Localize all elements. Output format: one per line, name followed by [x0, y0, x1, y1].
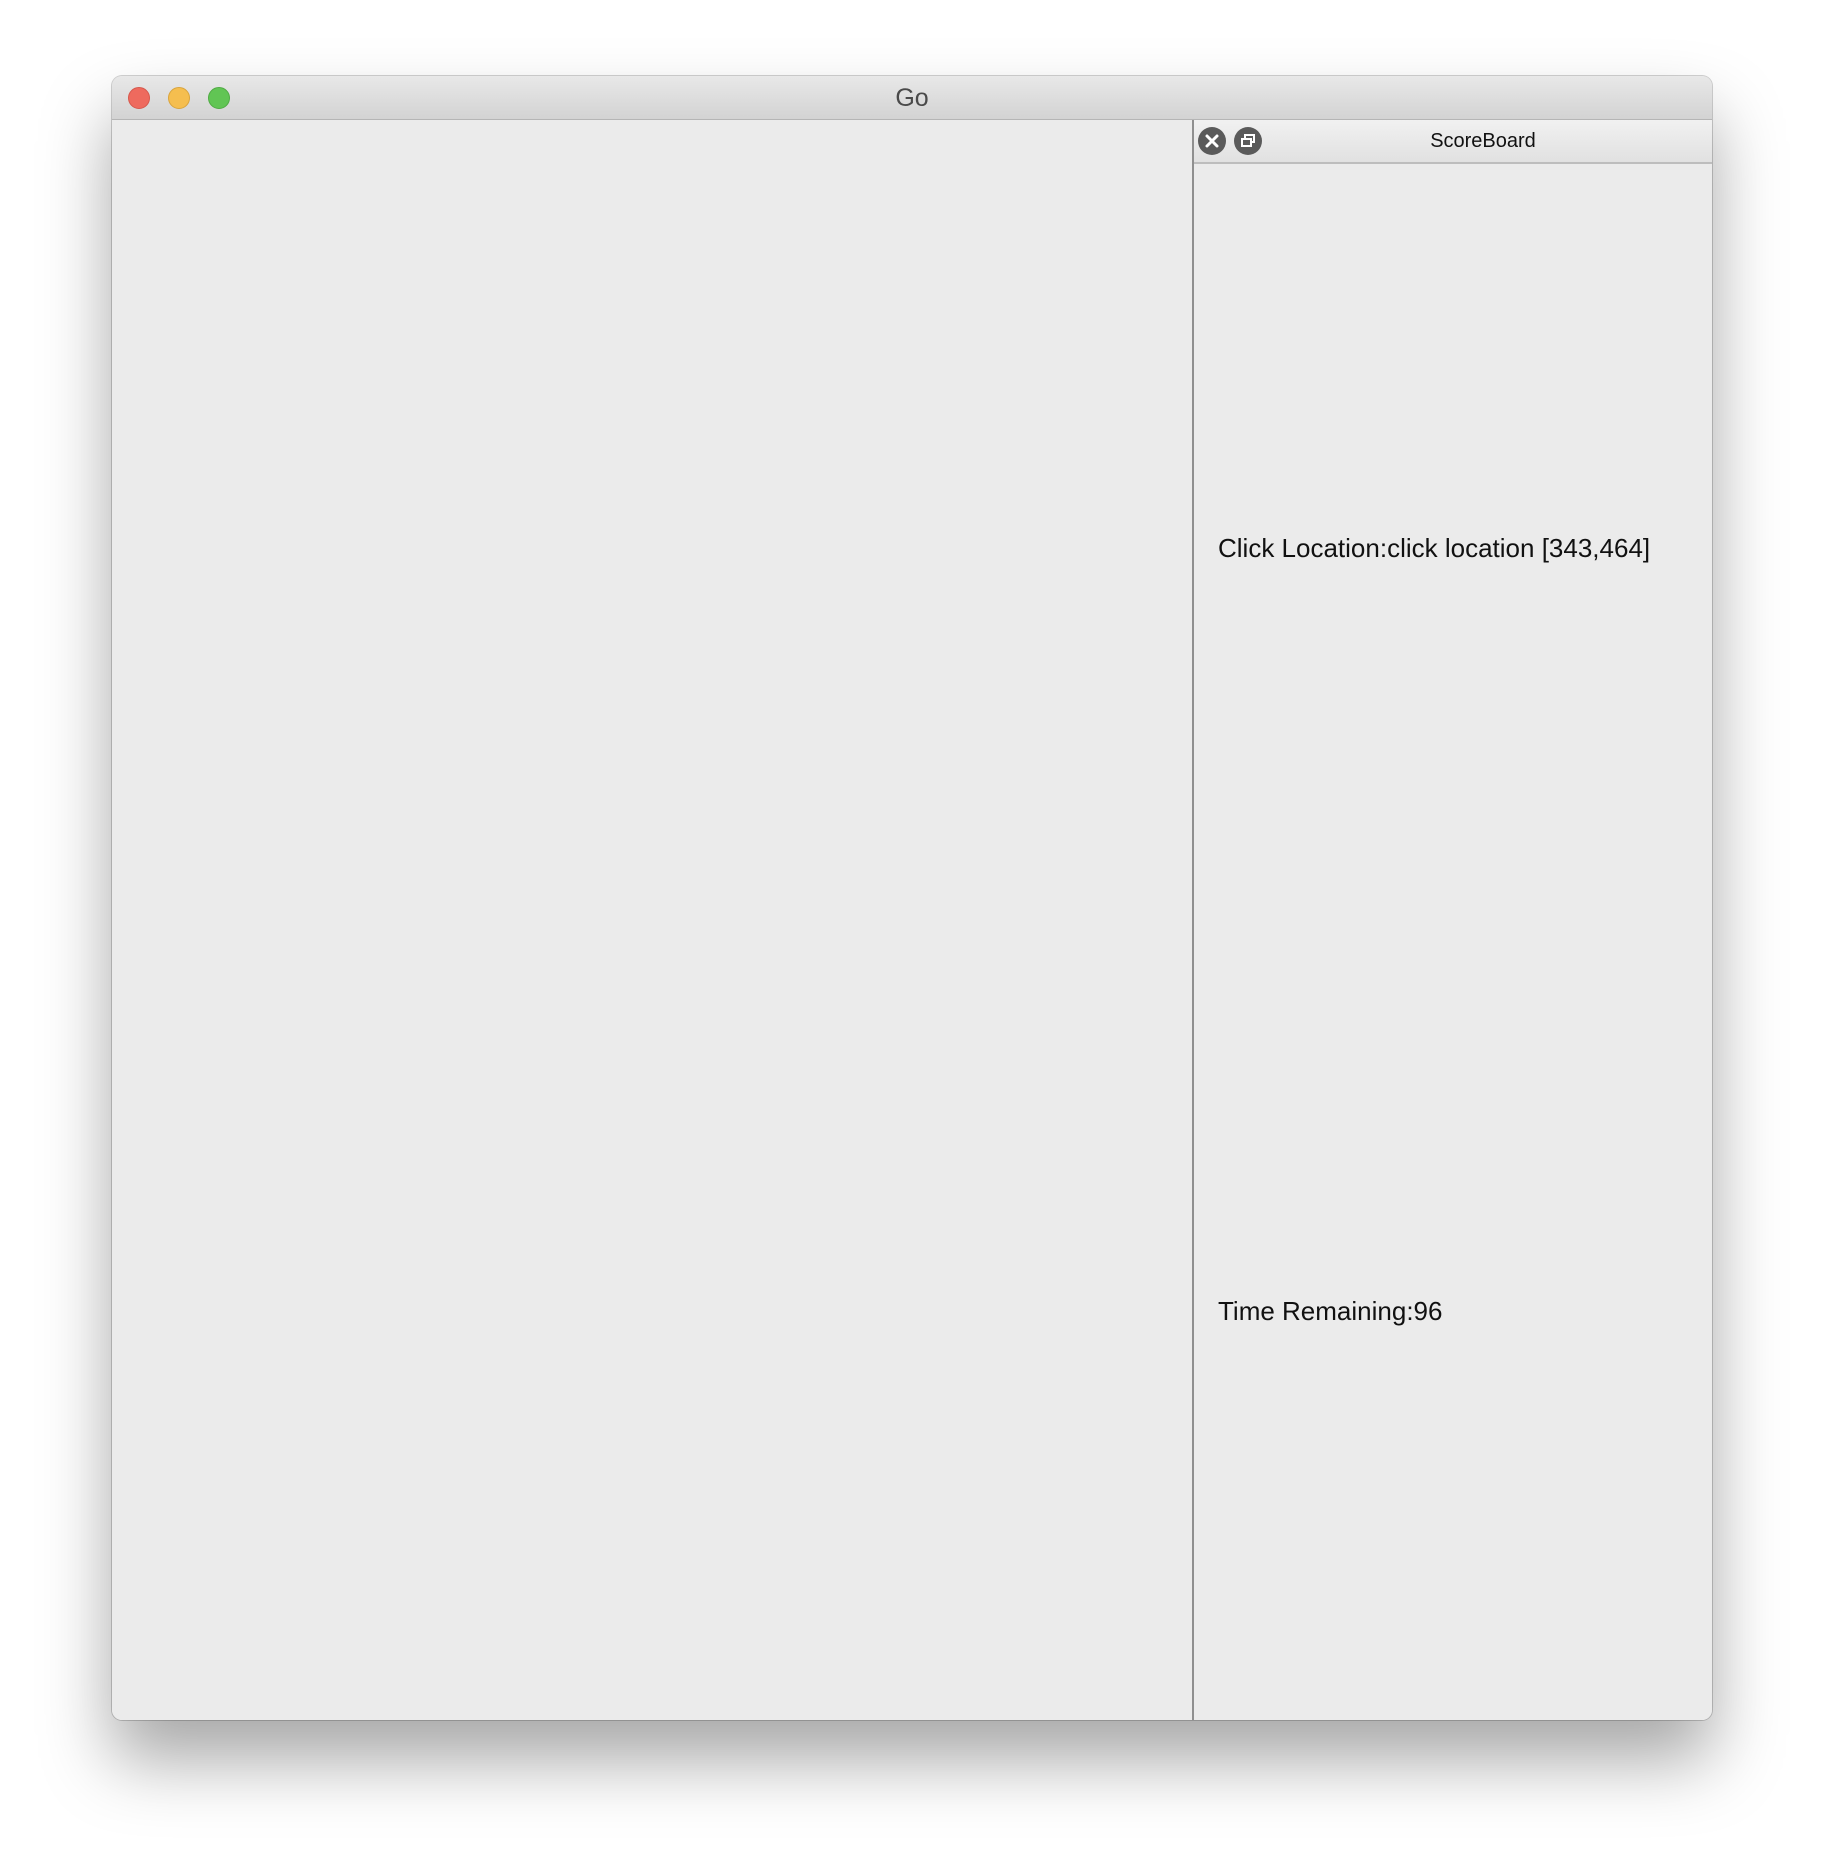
go-board-area[interactable]: [112, 120, 1192, 1720]
click-location-label: Click Location:click location [343,464]: [1218, 533, 1651, 563]
window-title: Go: [895, 84, 929, 112]
scoreboard-titlebar[interactable]: ScoreBoard: [1194, 120, 1712, 164]
scoreboard-title: ScoreBoard: [1430, 130, 1536, 152]
scoreboard-dock: ScoreBoard Click Location:click location…: [1192, 120, 1712, 1720]
window-titlebar[interactable]: Go: [112, 76, 1712, 120]
time-remaining-label: Time Remaining:96: [1218, 1296, 1443, 1326]
window-content: ScoreBoard Click Location:click location…: [112, 120, 1712, 1720]
main-window: Go ScoreBoard Click Location:click locat…: [112, 76, 1712, 1720]
